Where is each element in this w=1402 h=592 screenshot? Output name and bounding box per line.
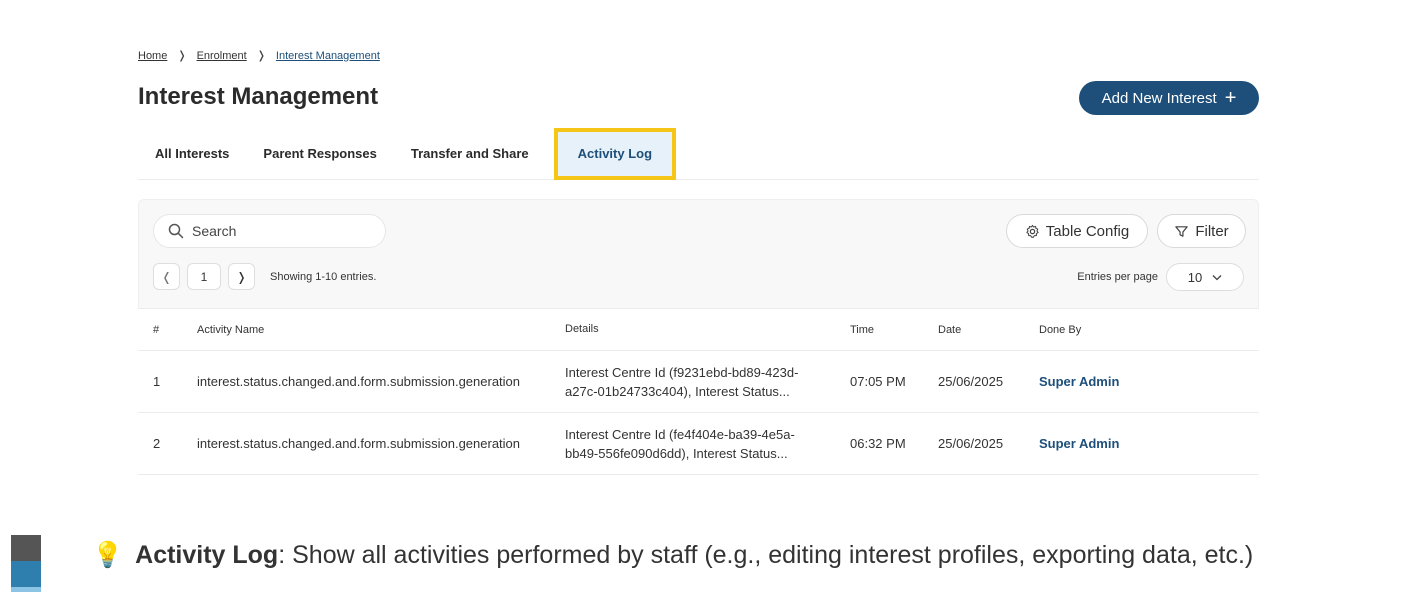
- row-index: 2: [138, 412, 182, 475]
- entries-per-page-value: 10: [1187, 269, 1203, 285]
- column-header-done-by: Done By: [1039, 308, 1259, 351]
- column-header-date: Date: [938, 308, 1039, 351]
- row-activity-name: interest.status.changed.and.form.submiss…: [182, 412, 565, 475]
- row-done-by-link[interactable]: Super Admin: [1039, 350, 1259, 413]
- row-time: 06:32 PM: [850, 412, 938, 475]
- add-new-interest-button[interactable]: Add New Interest +: [1079, 81, 1259, 115]
- breadcrumb: Home ❭ Enrolment ❭ Interest Management: [138, 49, 380, 63]
- row-details-line: Interest Centre Id (f9231ebd-bd89-423d-: [565, 364, 799, 380]
- chevron-left-icon: ❬: [161, 269, 172, 284]
- filter-label: Filter: [1195, 222, 1229, 240]
- table-config-button[interactable]: Table Config: [1006, 214, 1148, 248]
- tab-transfer-and-share[interactable]: Transfer and Share: [394, 128, 546, 180]
- page-title: Interest Management: [138, 83, 379, 110]
- table-toolbar: Table Config Filter ❬ 1 ❭ Showing 1-10 e…: [138, 199, 1259, 309]
- gear-icon: [1026, 224, 1039, 238]
- entries-per-page: Entries per page 10: [1077, 263, 1244, 291]
- table-config-label: Table Config: [1045, 222, 1130, 240]
- chevron-right-icon: ❭: [256, 50, 266, 62]
- column-header-time: Time: [850, 308, 938, 351]
- note-accent-bar: [11, 535, 41, 592]
- plus-icon: +: [1224, 87, 1237, 109]
- row-details-line: a27c-01b24733c404), Interest Status...: [565, 383, 790, 399]
- search-icon: [168, 223, 184, 239]
- prev-page-button[interactable]: ❬: [153, 263, 180, 290]
- row-done-by-link[interactable]: Super Admin: [1039, 412, 1259, 475]
- row-time: 07:05 PM: [850, 350, 938, 413]
- entries-per-page-label: Entries per page: [1077, 271, 1158, 283]
- row-details: Interest Centre Id (f9231ebd-bd89-423d-a…: [565, 350, 850, 413]
- chevron-right-icon: ❭: [236, 269, 247, 284]
- page-number[interactable]: 1: [187, 263, 221, 290]
- lightbulb-icon: 💡: [92, 541, 124, 569]
- row-date: 25/06/2025: [938, 412, 1039, 475]
- search-box[interactable]: [153, 214, 386, 248]
- table-row[interactable]: 2 interest.status.changed.and.form.submi…: [138, 412, 1259, 475]
- column-header-index: #: [138, 308, 182, 351]
- tab-parent-responses[interactable]: Parent Responses: [246, 128, 393, 180]
- note-description: : Show all activities performed by staff…: [278, 541, 1254, 569]
- tab-activity-log[interactable]: Activity Log: [553, 127, 677, 180]
- column-header-details: Details: [565, 308, 850, 351]
- table-row[interactable]: 1 interest.status.changed.and.form.submi…: [138, 350, 1259, 413]
- row-details: Interest Centre Id (fe4f404e-ba39-4e5a-b…: [565, 412, 850, 475]
- breadcrumb-enrolment[interactable]: Enrolment: [197, 50, 247, 62]
- table-header-row: # Activity Name Details Time Date Done B…: [138, 308, 1259, 351]
- breadcrumb-current[interactable]: Interest Management: [276, 50, 380, 62]
- entries-per-page-select[interactable]: 10: [1166, 263, 1244, 291]
- row-index: 1: [138, 350, 182, 413]
- add-new-interest-label: Add New Interest: [1101, 89, 1217, 107]
- showing-entries-text: Showing 1-10 entries.: [270, 270, 377, 283]
- tab-all-interests[interactable]: All Interests: [138, 128, 246, 180]
- filter-icon: [1175, 225, 1189, 237]
- note-text: Activity Log: Show all activities perfor…: [135, 541, 1253, 570]
- row-activity-name: interest.status.changed.and.form.submiss…: [182, 350, 565, 413]
- breadcrumb-home[interactable]: Home: [138, 50, 167, 62]
- activity-log-note: 💡 Activity Log: Show all activities perf…: [92, 541, 1253, 570]
- chevron-right-icon: ❭: [177, 50, 187, 62]
- search-input[interactable]: [192, 223, 372, 239]
- row-details-line: bb49-556fe090d6dd), Interest Status...: [565, 445, 788, 461]
- note-title: Activity Log: [135, 541, 279, 569]
- row-details-line: Interest Centre Id (fe4f404e-ba39-4e5a-: [565, 426, 795, 442]
- next-page-button[interactable]: ❭: [228, 263, 255, 290]
- column-header-activity-name: Activity Name: [182, 308, 565, 351]
- filter-button[interactable]: Filter: [1157, 214, 1246, 248]
- pagination: ❬ 1 ❭ Showing 1-10 entries.: [153, 263, 376, 290]
- tab-bar: All Interests Parent Responses Transfer …: [138, 127, 1259, 180]
- chevron-down-icon: [1212, 274, 1222, 280]
- row-date: 25/06/2025: [938, 350, 1039, 413]
- activity-log-table: # Activity Name Details Time Date Done B…: [138, 308, 1259, 475]
